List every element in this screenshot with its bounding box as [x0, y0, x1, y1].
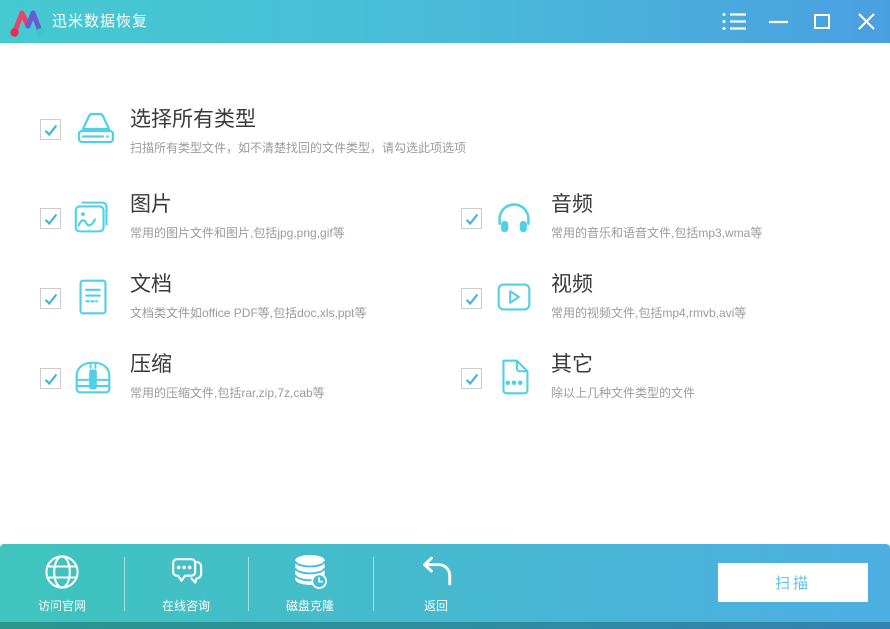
file-type-description: 文档类文件如office PDF等,包括doc,xls,ppt等 [130, 306, 367, 320]
checkbox-other[interactable] [461, 368, 482, 389]
checkbox-documents[interactable] [40, 288, 61, 309]
toolbar-item-online-support[interactable]: 在线咨询 [131, 550, 241, 616]
zip-archive-icon [70, 354, 116, 402]
file-type-row-archive: 压缩 常用的压缩文件,包括rar,zip,7z,cab等 [40, 352, 460, 412]
titlebar: 迅米数据恢复 [0, 0, 890, 43]
toolbar-item-website[interactable]: 访问官网 [7, 550, 117, 616]
file-type-title[interactable]: 其它 [551, 352, 593, 378]
document-icon [70, 274, 116, 322]
chat-bubbles-icon [164, 550, 208, 594]
footer-divider [248, 557, 249, 611]
checkbox-archive[interactable] [40, 368, 61, 389]
file-type-description: 常用的视频文件,包括mp4,rmvb,avi等 [551, 306, 747, 320]
toolbar-item-label: 在线咨询 [161, 599, 210, 613]
file-type-title[interactable]: 音频 [551, 192, 593, 218]
file-type-row-audio: 音频 常用的音乐和语音文件,包括mp3,wma等 [461, 192, 881, 252]
footer-divider [124, 557, 125, 611]
checkbox-images[interactable] [40, 208, 61, 229]
file-type-row-other: 其它 除以上几种文件类型的文件 [461, 352, 881, 412]
headphones-icon [491, 194, 537, 242]
minimize-icon[interactable] [756, 0, 800, 43]
window-bottom-shadow [0, 622, 890, 629]
play-icon [491, 274, 537, 322]
photos-icon [70, 194, 116, 242]
file-type-row-images: 图片 常用的图片文件和图片,包括jpg,png,gif等 [40, 192, 460, 252]
close-icon[interactable] [844, 0, 888, 43]
window-controls [712, 0, 888, 43]
maximize-icon[interactable] [800, 0, 844, 43]
select-all-title[interactable]: 选择所有类型 [130, 107, 256, 133]
footer-divider [373, 557, 374, 611]
app-title: 迅米数据恢复 [52, 13, 149, 30]
file-type-title[interactable]: 视频 [551, 272, 593, 298]
file-type-row-documents: 文档 文档类文件如office PDF等,包括doc,xls,ppt等 [40, 272, 460, 332]
toolbar-item-label: 访问官网 [37, 599, 86, 613]
globe-icon [40, 550, 84, 594]
toolbar-item-label: 磁盘克隆 [285, 599, 334, 613]
select-all-description: 扫描所有类型文件，如不清楚找回的文件类型，请勾选此项选项 [130, 141, 467, 155]
select-all-row: 选择所有类型 扫描所有类型文件，如不清楚找回的文件类型，请勾选此项选项 [40, 105, 640, 163]
file-type-title[interactable]: 图片 [130, 192, 172, 218]
file-type-description: 常用的音乐和语音文件,包括mp3,wma等 [551, 226, 763, 240]
file-type-description: 除以上几种文件类型的文件 [551, 386, 696, 400]
disk-stack-clock-icon [288, 550, 332, 594]
checkbox-audio[interactable] [461, 208, 482, 229]
toolbar-item-label: 返回 [423, 599, 448, 613]
file-type-description: 常用的压缩文件,包括rar,zip,7z,cab等 [130, 386, 325, 400]
file-type-row-video: 视频 常用的视频文件,包括mp4,rmvb,avi等 [461, 272, 881, 332]
checkbox-video[interactable] [461, 288, 482, 309]
file-type-title[interactable]: 文档 [130, 272, 172, 298]
menu-list-icon[interactable] [712, 0, 756, 43]
toolbar-item-back[interactable]: 返回 [381, 550, 491, 616]
file-type-title[interactable]: 压缩 [130, 352, 172, 378]
drive-icon [72, 103, 120, 153]
file-type-description: 常用的图片文件和图片,包括jpg,png,gif等 [130, 226, 345, 240]
toolbar-item-disk-clone[interactable]: 磁盘克隆 [255, 550, 365, 616]
checkbox-select-all[interactable] [40, 119, 61, 140]
back-arrow-icon [414, 550, 458, 594]
app-logo [8, 5, 46, 39]
file-other-icon [491, 354, 537, 402]
scan-button[interactable]: 扫描 [718, 563, 868, 602]
